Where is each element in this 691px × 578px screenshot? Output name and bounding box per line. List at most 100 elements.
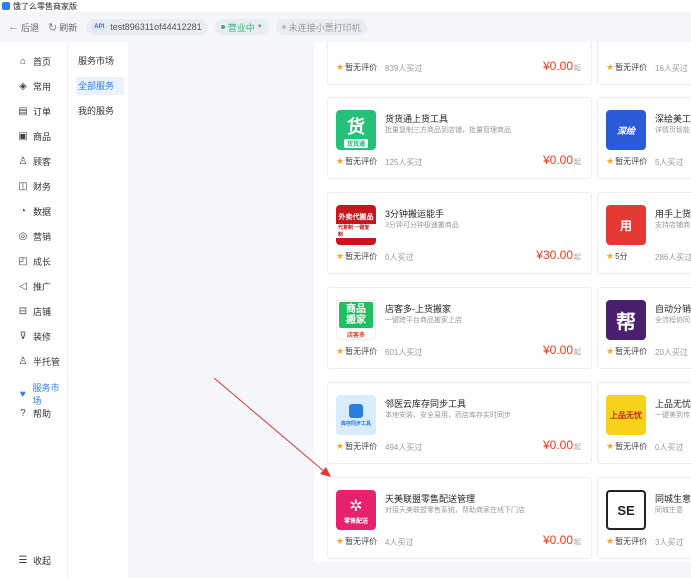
star-icon: ★ bbox=[606, 156, 615, 166]
service-card[interactable]: 深绘 深绘美工 详情页智能 ★ 暂无评价 5人买过 bbox=[597, 97, 691, 179]
cube-icon bbox=[349, 403, 363, 418]
service-card[interactable]: 货 货货通 货货通上货工具 批量复制三方商品到店铺，批量管理商品 ★ 暂无评价 1… bbox=[327, 97, 592, 179]
marketing-icon: ◎ bbox=[18, 231, 28, 242]
nav-item-label: 首页 bbox=[33, 57, 52, 67]
service-desc: 支持店铺商 bbox=[655, 222, 690, 229]
nav-item-label: 半托管 bbox=[33, 357, 61, 367]
sold-count: 601人买过 bbox=[385, 348, 423, 357]
nav-item-label: 商品 bbox=[33, 132, 52, 142]
refresh-button[interactable]: ↻ 刷新 bbox=[48, 21, 77, 34]
nav-item-promote[interactable]: ◁ 推广 bbox=[17, 280, 51, 293]
rating: ★ 暂无评价 bbox=[336, 62, 378, 72]
collapse-button[interactable]: ☰ 收起 bbox=[17, 554, 52, 567]
rating: ★ 暂无评价 bbox=[336, 441, 378, 451]
service-card[interactable]: 外卖代搬品 代复制 一键复制 3分钟搬运能手 3分钟可分钟极速搬商品 ★ 暂无评价… bbox=[327, 192, 592, 274]
help-icon: ? bbox=[20, 408, 26, 419]
sold-count: 0人买过 bbox=[385, 253, 414, 262]
star-icon: ★ bbox=[336, 251, 345, 261]
service-card[interactable]: 用 用手上货 支持店铺商 ★ 5分 286人买过 bbox=[597, 192, 691, 274]
service-logo-icon: 库存同步工具 bbox=[336, 395, 376, 435]
rating: ★ 暂无评价 bbox=[336, 346, 378, 356]
nav-item-marketing[interactable]: ◎ 营销 bbox=[17, 230, 51, 243]
back-button[interactable]: ← 后退 bbox=[8, 21, 39, 34]
nav-item-label: 财务 bbox=[33, 182, 52, 192]
finance-icon: ◫ bbox=[18, 181, 28, 192]
service-logo-icon: ✲ 零售配送 bbox=[336, 490, 376, 530]
service-logo-icon: 上品无忧 bbox=[606, 395, 646, 435]
refresh-icon: ↻ bbox=[48, 21, 58, 34]
service-card[interactable]: ✲ 零售配送 天美联盟零售配送管理 对接天美联盟零售系统，帮助商家在线下门店 ★… bbox=[327, 477, 592, 559]
collapse-label: 收起 bbox=[33, 556, 52, 566]
service-name: 3分钟搬运能手 bbox=[385, 209, 445, 219]
service-name: 深绘美工 bbox=[655, 114, 691, 124]
price: ¥0.00起 bbox=[542, 59, 581, 73]
nav-item-home[interactable]: ⌂ 首页 bbox=[17, 55, 51, 68]
nav-item-label: 常用 bbox=[33, 82, 52, 92]
nav-item-hosting[interactable]: ♙ 半托管 bbox=[17, 355, 61, 368]
flower-icon: ✲ bbox=[349, 497, 363, 515]
nav-item-orders[interactable]: ▤ 订单 bbox=[17, 105, 51, 118]
growth-icon: ◰ bbox=[18, 256, 28, 267]
rating: ★ 暂无评价 bbox=[336, 156, 378, 166]
service-name: 天美联盟零售配送管理 bbox=[385, 494, 476, 504]
nav-item-decorate[interactable]: ⊽ 装修 bbox=[17, 330, 51, 343]
toolbar: ← 后退 ↻ 刷新 API test896311of44412281 营业中 ▼… bbox=[0, 12, 691, 42]
promote-icon: ◁ bbox=[19, 281, 27, 292]
nav-item-help[interactable]: ? 帮助 bbox=[17, 407, 51, 420]
service-card[interactable]: 库存同步工具 邻医云库存同步工具 本地安装、安全易用，药店库存实时同步 ★ 暂无评… bbox=[327, 382, 592, 464]
nav-item-label: 推广 bbox=[33, 282, 52, 292]
service-card[interactable]: ★ 暂无评价 839人买过 ¥0.00起 bbox=[327, 42, 592, 85]
service-desc: 同城生意 bbox=[655, 507, 683, 514]
service-name: 同城生意 bbox=[655, 494, 691, 504]
nav-item-common[interactable]: ◈ 常用 bbox=[17, 80, 51, 93]
service-logo-icon: 货 货货通 bbox=[336, 110, 376, 150]
collapse-icon: ☰ bbox=[18, 555, 28, 566]
sold-count: 4人买过 bbox=[385, 538, 414, 547]
subnav-item-my-services[interactable]: 我的服务 bbox=[76, 102, 124, 120]
store-selector[interactable]: API test896311of44412281 bbox=[86, 19, 208, 35]
sold-count: 839人买过 bbox=[385, 64, 423, 73]
store-icon: ⊟ bbox=[18, 306, 28, 317]
service-desc: 一键美到传 bbox=[655, 412, 690, 419]
hosting-icon: ♙ bbox=[18, 356, 28, 367]
subnav-item-all-services[interactable]: 全部服务 bbox=[76, 77, 124, 95]
nav-item-data[interactable]: ◔ 数据 bbox=[17, 205, 51, 218]
status-dot-icon bbox=[220, 25, 225, 29]
status-label: 营业中 bbox=[227, 22, 255, 33]
nav-item-store[interactable]: ⊟ 店铺 bbox=[17, 305, 51, 318]
service-name: 货货通上货工具 bbox=[385, 114, 449, 124]
nav-item-label: 顾客 bbox=[33, 157, 52, 167]
service-desc: 一键跨平台商品搬家上店 bbox=[385, 317, 462, 324]
service-card[interactable]: 商品搬家 店客多 店客多-上货搬家 一键跨平台商品搬家上店 ★ 暂无评价 601人… bbox=[327, 287, 592, 369]
nav-item-goods[interactable]: ▣ 商品 bbox=[17, 130, 51, 143]
nav-item-label: 帮助 bbox=[33, 409, 52, 419]
nav-item-customers[interactable]: ♙ 顾客 bbox=[17, 155, 52, 168]
printer-status[interactable]: 未连接小票打印机 bbox=[275, 19, 367, 35]
api-badge: API bbox=[92, 23, 107, 31]
star-icon: ★ bbox=[606, 251, 615, 261]
price: ¥30.00起 bbox=[536, 248, 581, 262]
window-titlebar: 饿了么零售商家版 bbox=[0, 0, 691, 12]
sub-sidebar: 服务市场 全部服务 我的服务 bbox=[68, 42, 128, 578]
service-card[interactable]: SE 同城生意 同城生意 ★ 暂无评价 3人买过 bbox=[597, 477, 691, 559]
printer-label: 未连接小票打印机 bbox=[288, 22, 361, 33]
business-status-dropdown[interactable]: 营业中 ▼ bbox=[214, 19, 269, 35]
service-logo-icon: SE bbox=[606, 490, 646, 530]
service-card[interactable]: 帮 自动分销 全流程协同 ★ 暂无评价 20人买过 bbox=[597, 287, 691, 369]
nav-item-finance[interactable]: ◫ 财务 bbox=[17, 180, 51, 193]
star-icon: ★ bbox=[606, 536, 615, 546]
nav-item-label: 店铺 bbox=[33, 307, 52, 317]
service-card[interactable]: ★ 暂无评价 16人买过 bbox=[597, 42, 691, 85]
service-card[interactable]: 上品无忧 上品无忧 一键美到传 ★ 暂无评价 0人买过 bbox=[597, 382, 691, 464]
sold-count: 3人买过 bbox=[655, 538, 684, 547]
service-logo-icon: 商品搬家 店客多 bbox=[336, 300, 376, 340]
sold-count: 125人买过 bbox=[385, 158, 423, 167]
service-desc: 对接天美联盟零售系统，帮助商家在线下门店 bbox=[385, 507, 525, 514]
nav-item-service-market[interactable]: ♥ 服务市场 bbox=[17, 381, 67, 407]
star-icon: ★ bbox=[336, 62, 345, 72]
nav-item-growth[interactable]: ◰ 成长 bbox=[17, 255, 51, 268]
app-logo-icon bbox=[2, 2, 10, 10]
service-desc: 批量复制三方商品到店铺，批量管理商品 bbox=[385, 127, 511, 134]
nav-item-label: 装修 bbox=[33, 332, 52, 342]
goods-icon: ▣ bbox=[18, 131, 28, 142]
